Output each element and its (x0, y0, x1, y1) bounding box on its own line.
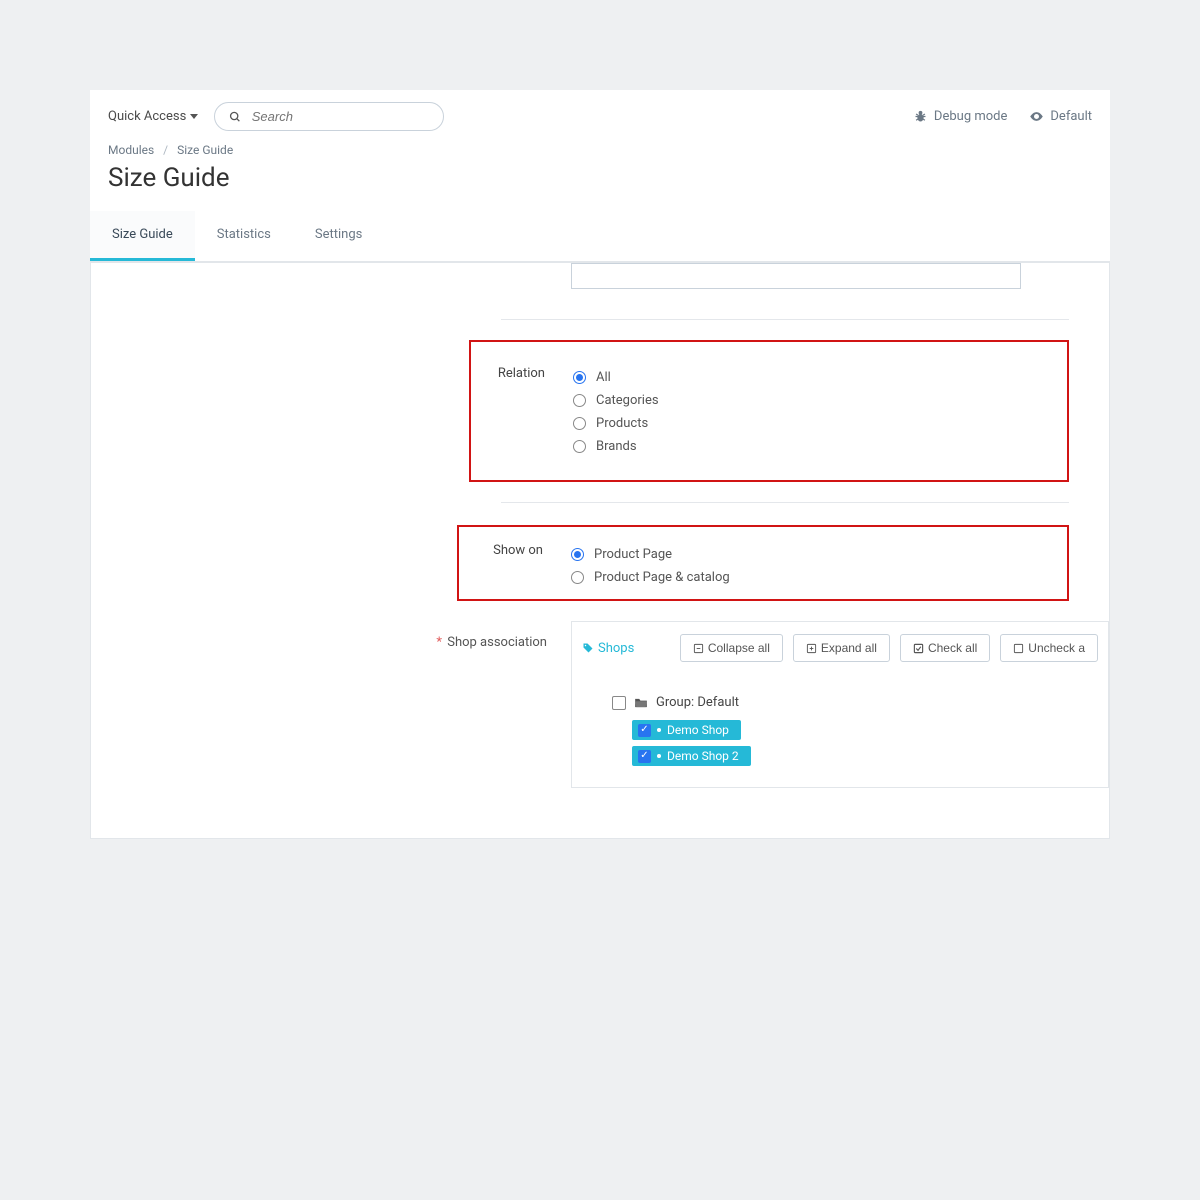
tab-settings[interactable]: Settings (293, 211, 384, 261)
relation-section: Relation All Categories Products (469, 340, 1069, 482)
radio-label: Product Page & catalog (594, 570, 730, 585)
radio-icon[interactable] (573, 440, 586, 453)
bullet-icon (657, 728, 661, 732)
search-box[interactable] (214, 102, 444, 131)
check-icon (913, 643, 924, 654)
button-label: Check all (928, 641, 977, 655)
tree-shop-demo-shop-2[interactable]: Demo Shop 2 (632, 743, 1098, 769)
check-all-button[interactable]: Check all (900, 634, 990, 662)
tab-statistics[interactable]: Statistics (195, 211, 293, 261)
partial-input-field[interactable] (571, 263, 1021, 289)
shop-association-label: Shop association (447, 635, 547, 650)
button-label: Uncheck a (1028, 641, 1085, 655)
breadcrumb-size-guide: Size Guide (177, 143, 233, 157)
required-asterisk: * (436, 635, 442, 650)
folder-open-icon (634, 697, 648, 709)
checkbox[interactable] (638, 724, 651, 737)
top-bar: Quick Access Debug mode Default (90, 90, 1110, 143)
tag-icon (582, 642, 594, 654)
breadcrumb: Modules / Size Guide (90, 143, 1110, 157)
button-label: Expand all (821, 641, 877, 655)
show-on-section: Show on Product Page Product Page & cata… (457, 525, 1069, 601)
radio-label: Categories (596, 393, 659, 408)
relation-option-brands[interactable]: Brands (573, 435, 659, 458)
show-on-option-product-page[interactable]: Product Page (571, 543, 730, 566)
quick-access-dropdown[interactable]: Quick Access (108, 109, 198, 124)
eye-icon (1029, 109, 1044, 124)
radio-icon[interactable] (571, 571, 584, 584)
collapse-all-button[interactable]: Collapse all (680, 634, 783, 662)
relation-option-products[interactable]: Products (573, 412, 659, 435)
tabs: Size Guide Statistics Settings (90, 211, 1110, 262)
radio-label: Product Page (594, 547, 672, 562)
shop-name: Demo Shop 2 (667, 749, 739, 763)
radio-icon[interactable] (573, 417, 586, 430)
shops-label-text: Shops (598, 641, 634, 656)
default-link[interactable]: Default (1029, 109, 1092, 124)
radio-label: Brands (596, 439, 637, 454)
debug-mode-link[interactable]: Debug mode (913, 109, 1007, 124)
radio-label: All (596, 370, 611, 385)
uncheck-all-button[interactable]: Uncheck a (1000, 634, 1098, 662)
relation-label: Relation (489, 366, 545, 381)
radio-icon[interactable] (573, 371, 586, 384)
radio-icon[interactable] (573, 394, 586, 407)
bug-icon (913, 109, 928, 124)
checkbox[interactable] (612, 696, 626, 710)
shop-tree: Group: Default Demo Shop (572, 674, 1108, 787)
shop-tree-panel: Shops Collapse all Expand all Check (571, 621, 1109, 788)
content-panel: Relation All Categories Products (90, 262, 1110, 839)
button-label: Collapse all (708, 641, 770, 655)
expand-icon (806, 643, 817, 654)
group-label: Group: Default (656, 695, 739, 710)
tree-shop-demo-shop[interactable]: Demo Shop (632, 717, 1098, 743)
radio-label: Products (596, 416, 648, 431)
page-title: Size Guide (90, 157, 1110, 211)
divider (501, 319, 1069, 320)
relation-option-all[interactable]: All (573, 366, 659, 389)
show-on-option-product-page-catalog[interactable]: Product Page & catalog (571, 566, 730, 589)
tab-size-guide[interactable]: Size Guide (90, 211, 195, 261)
collapse-icon (693, 643, 704, 654)
checkbox[interactable] (638, 750, 651, 763)
radio-icon[interactable] (571, 548, 584, 561)
relation-option-categories[interactable]: Categories (573, 389, 659, 412)
default-label: Default (1050, 109, 1092, 124)
debug-mode-label: Debug mode (934, 109, 1007, 124)
search-input[interactable] (252, 109, 430, 124)
search-icon (229, 110, 241, 124)
caret-down-icon (190, 114, 198, 119)
quick-access-label: Quick Access (108, 109, 186, 124)
breadcrumb-modules[interactable]: Modules (108, 143, 154, 157)
show-on-label: Show on (477, 543, 543, 558)
divider (501, 502, 1069, 503)
bullet-icon (657, 754, 661, 758)
expand-all-button[interactable]: Expand all (793, 634, 890, 662)
shops-heading: Shops (582, 641, 634, 656)
tree-group-default[interactable]: Group: Default (612, 692, 1098, 713)
breadcrumb-separator: / (163, 143, 168, 157)
shop-name: Demo Shop (667, 723, 729, 737)
uncheck-icon (1013, 643, 1024, 654)
